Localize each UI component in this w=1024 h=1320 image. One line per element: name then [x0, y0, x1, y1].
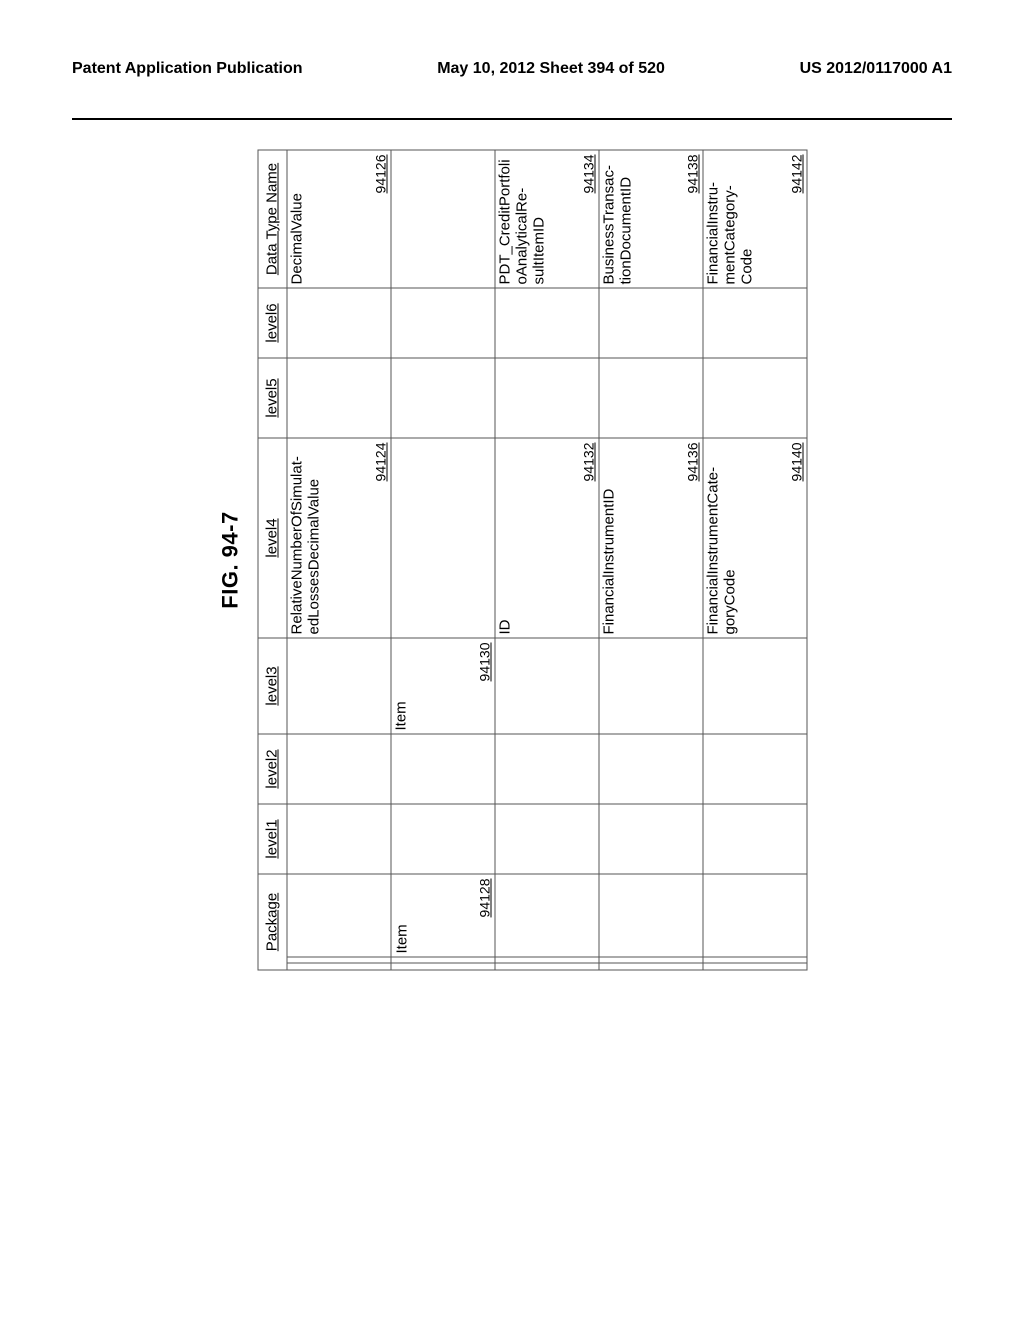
cell-l6	[703, 288, 807, 358]
cell-dt: DecimalValue 94126	[287, 150, 391, 288]
cell-l6	[287, 288, 391, 358]
cell-dt: FinancialInstru-mentCategory-Code 94142	[703, 150, 807, 288]
cell-text: PDT_CreditPortfolioAnalyticalRe-sultItem…	[497, 154, 547, 285]
cell-l4: FinancialInstrumentID 94136	[599, 438, 703, 638]
cell-l2	[287, 734, 391, 804]
cell-l5	[599, 358, 703, 438]
header-center: May 10, 2012 Sheet 394 of 520	[437, 60, 665, 78]
schema-table: Package level1 level2 level3 level4 leve…	[257, 150, 807, 971]
table-row: FinancialInstrumentID 94136 BusinessTran…	[599, 150, 703, 970]
cell-l5	[287, 358, 391, 438]
table-header-row: Package level1 level2 level3 level4 leve…	[258, 150, 287, 970]
cell-ref: 94140	[788, 443, 804, 482]
cell-ref: 94128	[476, 879, 492, 918]
cell-l2	[495, 734, 599, 804]
cell-l4	[391, 438, 495, 638]
table-row: Item 94128 Item 94130	[391, 150, 495, 970]
cell-l5	[495, 358, 599, 438]
cell-ref: 94126	[372, 155, 388, 194]
cell-l5	[703, 358, 807, 438]
cell-l6	[391, 288, 495, 358]
cell-l6	[599, 288, 703, 358]
cell-l1	[703, 804, 807, 874]
col-level2: level2	[258, 734, 287, 804]
header-right: US 2012/0117000 A1	[800, 60, 952, 78]
col-level5: level5	[258, 358, 287, 438]
cell-package	[599, 874, 703, 970]
table-row: RelativeNumberOfSimulat-edLossesDecimalV…	[287, 150, 391, 970]
cell-dt: BusinessTransac-tionDocumentID 94138	[599, 150, 703, 288]
header-left: Patent Application Publication	[72, 60, 303, 78]
cell-l3	[599, 638, 703, 734]
cell-l1	[495, 804, 599, 874]
figure-area: FIG. 94-7 Package level1 level2 level3 l…	[72, 120, 952, 1000]
cell-ref: 94138	[684, 155, 700, 194]
cell-ref: 94130	[476, 643, 492, 682]
col-level6: level6	[258, 288, 287, 358]
cell-text: Item	[393, 924, 410, 953]
cell-l4: FinancialInstrumentCate-goryCode 94140	[703, 438, 807, 638]
page: Patent Application Publication May 10, 2…	[0, 0, 1024, 1320]
cell-l2	[391, 734, 495, 804]
cell-l3	[495, 638, 599, 734]
cell-l1	[287, 804, 391, 874]
cell-l4: ID 94132	[495, 438, 599, 638]
cell-l3	[287, 638, 391, 734]
cell-dt	[391, 150, 495, 288]
cell-l6	[495, 288, 599, 358]
rotated-figure: FIG. 94-7 Package level1 level2 level3 l…	[217, 150, 807, 971]
cell-l1	[391, 804, 495, 874]
cell-text: FinancialInstru-mentCategory-Code	[705, 154, 755, 285]
cell-l3: Item 94130	[391, 638, 495, 734]
cell-l2	[703, 734, 807, 804]
cell-ref: 94124	[372, 443, 388, 482]
cell-package	[703, 874, 807, 970]
cell-text: BusinessTransac-tionDocumentID	[601, 154, 635, 285]
cell-l5	[391, 358, 495, 438]
cell-l1	[599, 804, 703, 874]
cell-l4: RelativeNumberOfSimulat-edLossesDecimalV…	[287, 438, 391, 638]
cell-ref: 94142	[788, 155, 804, 194]
cell-dt: PDT_CreditPortfolioAnalyticalRe-sultItem…	[495, 150, 599, 288]
cell-ref: 94134	[580, 155, 596, 194]
figure-label: FIG. 94-7	[217, 150, 243, 971]
cell-package	[495, 874, 599, 970]
cell-ref: 94132	[580, 443, 596, 482]
cell-ref: 94136	[684, 443, 700, 482]
cell-text: Item	[393, 642, 410, 731]
cell-l2	[599, 734, 703, 804]
cell-l3	[703, 638, 807, 734]
table-row: ID 94132 PDT_CreditPortfolioAnalyticalRe…	[495, 150, 599, 970]
col-level3: level3	[258, 638, 287, 734]
col-package: Package	[258, 874, 287, 970]
cell-text: FinancialInstrumentCate-goryCode	[705, 442, 739, 635]
col-level1: level1	[258, 804, 287, 874]
col-level4: level4	[258, 438, 287, 638]
col-datatype: Data Type Name	[258, 150, 287, 288]
cell-package: Item 94128	[391, 874, 495, 970]
cell-package	[287, 874, 391, 970]
cell-text: ID	[497, 442, 514, 635]
cell-text: FinancialInstrumentID	[601, 442, 618, 635]
cell-text: RelativeNumberOfSimulat-edLossesDecimalV…	[289, 442, 323, 635]
table-row: FinancialInstrumentCate-goryCode 94140 F…	[703, 150, 807, 970]
page-header: Patent Application Publication May 10, 2…	[72, 60, 952, 78]
cell-text: DecimalValue	[289, 154, 306, 285]
